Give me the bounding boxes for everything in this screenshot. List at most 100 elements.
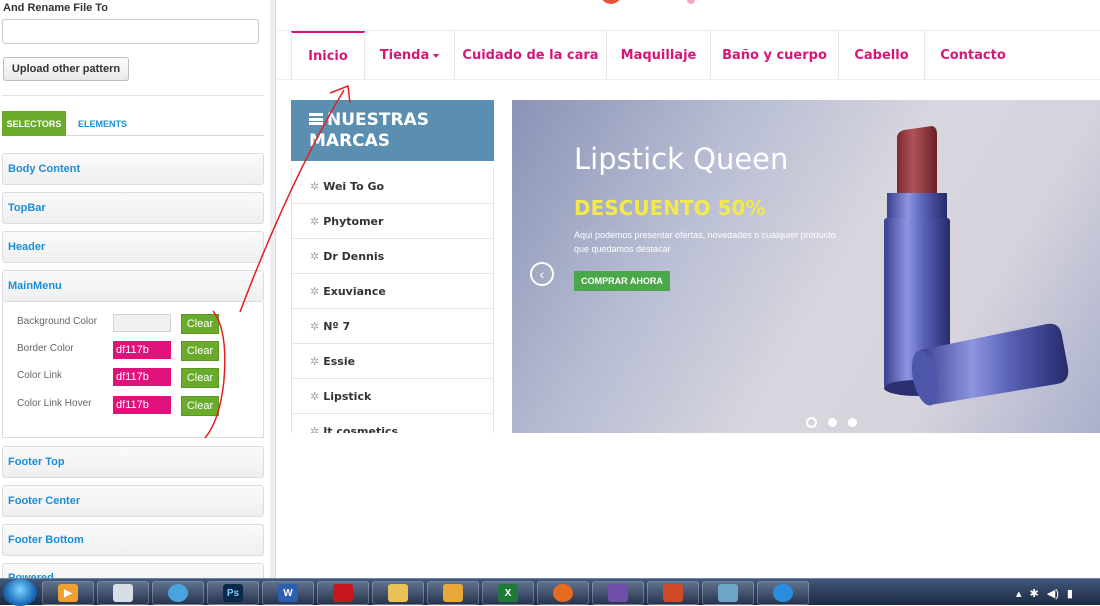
taskbar-safari[interactable] — [152, 581, 204, 605]
nav-maquillaje[interactable]: Maquillaje — [607, 31, 711, 79]
rename-label: And Rename File To — [3, 2, 108, 14]
gear-icon: ✲ — [310, 424, 320, 434]
nav-label: Inicio — [308, 48, 348, 64]
brands-header[interactable]: NUESTRAS MARCAS — [291, 100, 494, 161]
brand-label: Nº 7 — [323, 319, 351, 333]
brand-item[interactable]: ✲ Exuviance — [291, 274, 494, 309]
section-topbar[interactable]: TopBar — [2, 192, 264, 224]
gear-icon: ✲ — [310, 354, 320, 368]
nav-label: Cuidado de la cara — [462, 47, 599, 63]
network-icon — [718, 584, 738, 602]
gear-icon: ✲ — [310, 389, 320, 403]
gear-icon: ✲ — [310, 214, 320, 228]
tab-elements[interactable]: ELEMENTS — [78, 111, 127, 136]
app-icon — [663, 584, 683, 602]
brand-label: It cosmetics — [323, 424, 399, 434]
editor-panel: And Rename File To Upload other pattern … — [0, 0, 270, 578]
clear-color-link-hover-button[interactable]: Clear — [181, 396, 219, 416]
windows-taskbar: ▶ Ps W X ▴ ✱ ◀) ▮ — [0, 578, 1100, 606]
brand-item[interactable]: ✲ Dr Dennis — [291, 239, 494, 274]
chevron-up-icon[interactable]: ▴ — [1016, 587, 1022, 600]
clear-border-color-button[interactable]: Clear — [181, 341, 219, 361]
brand-item[interactable]: ✲ Wei To Go — [291, 169, 494, 204]
gear-icon: ✲ — [310, 319, 320, 333]
safari-icon — [168, 584, 188, 602]
panel-divider[interactable] — [270, 0, 276, 578]
color-link-hover-field[interactable]: df117b — [113, 396, 171, 414]
brand-label: Lipstick — [323, 389, 372, 403]
taskbar-word[interactable]: W — [262, 581, 314, 605]
menu-icon — [309, 113, 323, 125]
brands-title-line2: MARCAS — [309, 131, 391, 151]
nav-tienda[interactable]: Tienda — [365, 31, 455, 79]
prop-label-color-link: Color Link — [17, 370, 63, 381]
color-link-field[interactable]: df117b — [113, 368, 171, 386]
taskbar-network[interactable] — [702, 581, 754, 605]
network-tray-icon[interactable]: ✱ — [1030, 587, 1039, 600]
volume-icon[interactable]: ◀) — [1047, 587, 1059, 600]
taskbar-notepad[interactable] — [97, 581, 149, 605]
system-tray: ▴ ✱ ◀) ▮ — [1008, 581, 1100, 605]
chevron-left-icon[interactable]: ‹ — [530, 262, 554, 286]
section-footer-top[interactable]: Footer Top — [2, 446, 264, 478]
taskbar-ie[interactable] — [757, 581, 809, 605]
nav-label: Tienda — [379, 47, 430, 63]
site-preview: Inicio Tienda Cuidado de la cara Maquill… — [277, 0, 1100, 578]
slider-dot[interactable] — [848, 418, 857, 427]
rename-input[interactable] — [2, 19, 259, 44]
taskbar-media-player[interactable]: ▶ — [42, 581, 94, 605]
upload-pattern-button[interactable]: Upload other pattern — [3, 57, 129, 81]
editor-tabs: SELECTORS ELEMENTS — [2, 111, 264, 136]
section-mainmenu[interactable]: MainMenu — [2, 270, 264, 302]
taskbar-excel[interactable]: X — [482, 581, 534, 605]
taskbar-firefox[interactable] — [537, 581, 589, 605]
buy-now-button[interactable]: COMPRAR AHORA — [574, 271, 670, 291]
ie-icon — [773, 584, 793, 602]
excel-icon: X — [498, 584, 518, 602]
gear-icon: ✲ — [310, 284, 320, 298]
taskbar-audio[interactable] — [592, 581, 644, 605]
section-powered[interactable]: Powered — [2, 563, 264, 578]
nav-bano-cuerpo[interactable]: Baño y cuerpo — [711, 31, 839, 79]
nav-contacto[interactable]: Contacto — [925, 31, 1021, 79]
audio-icon — [608, 584, 628, 602]
mainmenu-properties: Background Color Clear Border Color df11… — [2, 302, 264, 438]
nav-inicio[interactable]: Inicio — [291, 31, 365, 79]
brand-label: Dr Dennis — [323, 249, 385, 263]
gear-icon: ✲ — [310, 179, 320, 193]
nav-cuidado-cara[interactable]: Cuidado de la cara — [455, 31, 607, 79]
brand-label: Exuviance — [323, 284, 386, 298]
brand-label: Phytomer — [323, 214, 384, 228]
taskbar-acrobat[interactable] — [317, 581, 369, 605]
clear-color-link-button[interactable]: Clear — [181, 368, 219, 388]
brand-label: Essie — [323, 354, 356, 368]
background-color-field[interactable] — [113, 314, 171, 332]
slider-dot[interactable] — [828, 418, 837, 427]
slider-dot[interactable] — [806, 417, 817, 428]
nav-label: Maquillaje — [620, 47, 697, 63]
brand-item[interactable]: ✲ Lipstick — [291, 379, 494, 414]
tab-selectors[interactable]: SELECTORS — [2, 111, 66, 136]
brand-label: Wei To Go — [323, 179, 385, 193]
taskbar-photoshop[interactable]: Ps — [207, 581, 259, 605]
taskbar-outlook[interactable] — [427, 581, 479, 605]
nav-cabello[interactable]: Cabello — [839, 31, 925, 79]
section-body-content[interactable]: Body Content — [2, 153, 264, 185]
power-icon[interactable]: ▮ — [1067, 587, 1073, 600]
border-color-field[interactable]: df117b — [113, 341, 171, 359]
prop-label-border-color: Border Color — [17, 343, 74, 354]
caret-down-icon — [433, 54, 440, 58]
brand-item[interactable]: ✲ It cosmetics — [291, 414, 494, 433]
brand-item[interactable]: ✲ Phytomer — [291, 204, 494, 239]
brand-item[interactable]: ✲ Nº 7 — [291, 309, 494, 344]
clear-background-color-button[interactable]: Clear — [181, 314, 219, 334]
brand-item[interactable]: ✲ Essie — [291, 344, 494, 379]
section-footer-center[interactable]: Footer Center — [2, 485, 264, 517]
section-footer-bottom[interactable]: Footer Bottom — [2, 524, 264, 556]
photoshop-icon: Ps — [223, 584, 243, 602]
start-button[interactable] — [3, 579, 37, 606]
taskbar-explorer[interactable] — [372, 581, 424, 605]
section-header[interactable]: Header — [2, 231, 264, 263]
prop-label-background-color: Background Color — [17, 316, 98, 327]
taskbar-app[interactable] — [647, 581, 699, 605]
